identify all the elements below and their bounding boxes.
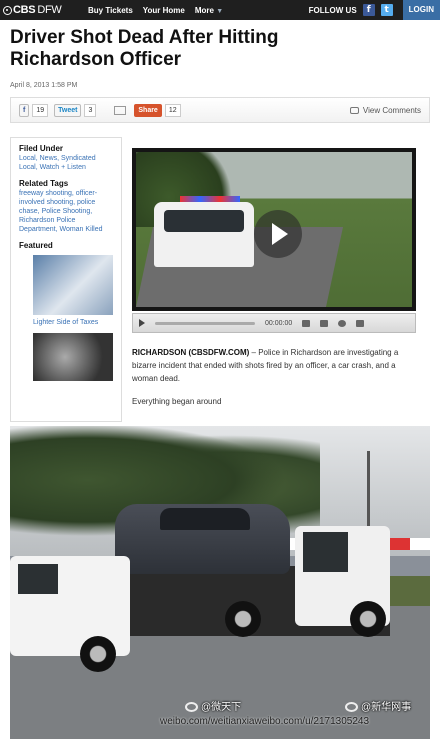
- fullscreen-icon[interactable]: [356, 319, 365, 327]
- weibo-icon: [185, 702, 198, 713]
- related-tags-links[interactable]: freeway shooting, officer-involved shoot…: [19, 189, 113, 234]
- site-logo[interactable]: CBS DFW: [0, 4, 82, 16]
- tow-wheel-1: [225, 601, 261, 637]
- weibo-handle-1: @微天下: [201, 702, 242, 713]
- featured-thumbnail-2[interactable]: [33, 333, 113, 381]
- video-time: 00:00:00: [265, 319, 293, 327]
- featured-section: Featured Lighter Side of Taxes: [19, 241, 113, 381]
- facebook-count: 19: [32, 103, 49, 117]
- logo-brand: CBS: [13, 4, 36, 16]
- play-control-icon[interactable]: [139, 319, 145, 327]
- white-pickup-truck: [10, 556, 130, 656]
- seek-bar[interactable]: [155, 321, 255, 325]
- nav-item-buy-tickets[interactable]: Buy Tickets: [88, 6, 133, 15]
- facebook-like-button[interactable]: f: [19, 103, 30, 117]
- settings-icon[interactable]: [338, 319, 347, 327]
- weibo-watermark-1: @微天下: [185, 698, 241, 713]
- cbs-eye-icon: [3, 5, 12, 15]
- share-label: Share: [138, 106, 158, 114]
- main-nav: Buy Tickets Your Home More ▼: [88, 6, 223, 15]
- share-button[interactable]: Share: [134, 103, 162, 117]
- chevron-down-icon: ▼: [216, 7, 224, 15]
- weibo-watermark-2: @新华网事: [345, 698, 411, 713]
- article-paragraph-1: RICHARDSON (CBSDFW.COM) – Police in Rich…: [132, 346, 422, 385]
- pickup-wheel: [80, 636, 116, 672]
- facebook-icon[interactable]: f: [362, 4, 375, 16]
- logo-city: DFW: [37, 4, 62, 16]
- featured-thumbnail[interactable]: [33, 255, 113, 315]
- tweet-button[interactable]: Tweet: [54, 103, 82, 117]
- weibo-url-watermark: weibo.com/weitianxiaweibo.com/u/21713052…: [160, 716, 370, 727]
- follow-label: FOLLOW US: [308, 5, 357, 15]
- volume-icon[interactable]: [302, 319, 311, 327]
- follow-us: FOLLOW US f t: [309, 4, 393, 16]
- captions-icon[interactable]: [320, 319, 329, 327]
- article-headline: Driver Shot Dead After Hitting Richardso…: [10, 27, 279, 70]
- play-icon[interactable]: [254, 210, 302, 258]
- share-bar: f 19 Tweet 3 Share 12 View Comments: [10, 97, 430, 123]
- filed-under-title: Filed Under: [19, 144, 64, 153]
- car-window: [160, 508, 250, 530]
- comment-bubble-icon: [349, 106, 359, 114]
- related-tags-section: Related Tags freeway shooting, officer-i…: [19, 179, 113, 234]
- view-comments-label: View Comments: [362, 105, 421, 115]
- article-sidebar: Filed Under Local, News, Syndicated Loca…: [10, 137, 122, 422]
- tow-wheel-2: [350, 601, 386, 637]
- article-paragraph-2: Everything began around: [132, 397, 222, 406]
- login-button[interactable]: LOGIN: [402, 0, 440, 20]
- nav-item-more[interactable]: More ▼: [195, 6, 223, 15]
- related-tags-title: Related Tags: [19, 179, 69, 188]
- weibo-handle-2: @新华网事: [361, 702, 412, 713]
- nav-item-your-home[interactable]: Your Home: [143, 6, 185, 15]
- tow-truck-photo: [10, 426, 430, 739]
- share-count: 12: [164, 103, 181, 117]
- article-body: RICHARDSON (CBSDFW.COM) – Police in Rich…: [132, 346, 422, 418]
- top-nav-bar: CBS DFW Buy Tickets Your Home More ▼ FOL…: [0, 0, 440, 20]
- featured-title: Featured: [19, 241, 53, 250]
- nav-item-more-label: More: [194, 5, 214, 15]
- weibo-icon-2: [345, 702, 358, 713]
- view-comments-link[interactable]: View Comments: [349, 105, 421, 115]
- twitter-icon[interactable]: t: [380, 4, 393, 16]
- filed-under-section: Filed Under Local, News, Syndicated Loca…: [19, 144, 113, 172]
- page: CBS DFW Buy Tickets Your Home More ▼ FOL…: [0, 0, 440, 739]
- tweet-count: 3: [84, 103, 97, 117]
- email-icon[interactable]: [114, 105, 127, 115]
- video-player[interactable]: [132, 148, 416, 311]
- video-controls: 00:00:00: [132, 313, 416, 333]
- police-car: [154, 202, 254, 267]
- facebook-like-label: f: [23, 106, 26, 114]
- article-dateline: RICHARDSON (CBSDFW.COM): [132, 348, 250, 357]
- featured-caption[interactable]: Lighter Side of Taxes: [33, 318, 113, 327]
- article-date: April 8, 2013 1:58 PM: [10, 82, 78, 89]
- tweet-label: Tweet: [58, 106, 78, 114]
- filed-under-links[interactable]: Local, News, Syndicated Local, Watch + L…: [19, 154, 113, 172]
